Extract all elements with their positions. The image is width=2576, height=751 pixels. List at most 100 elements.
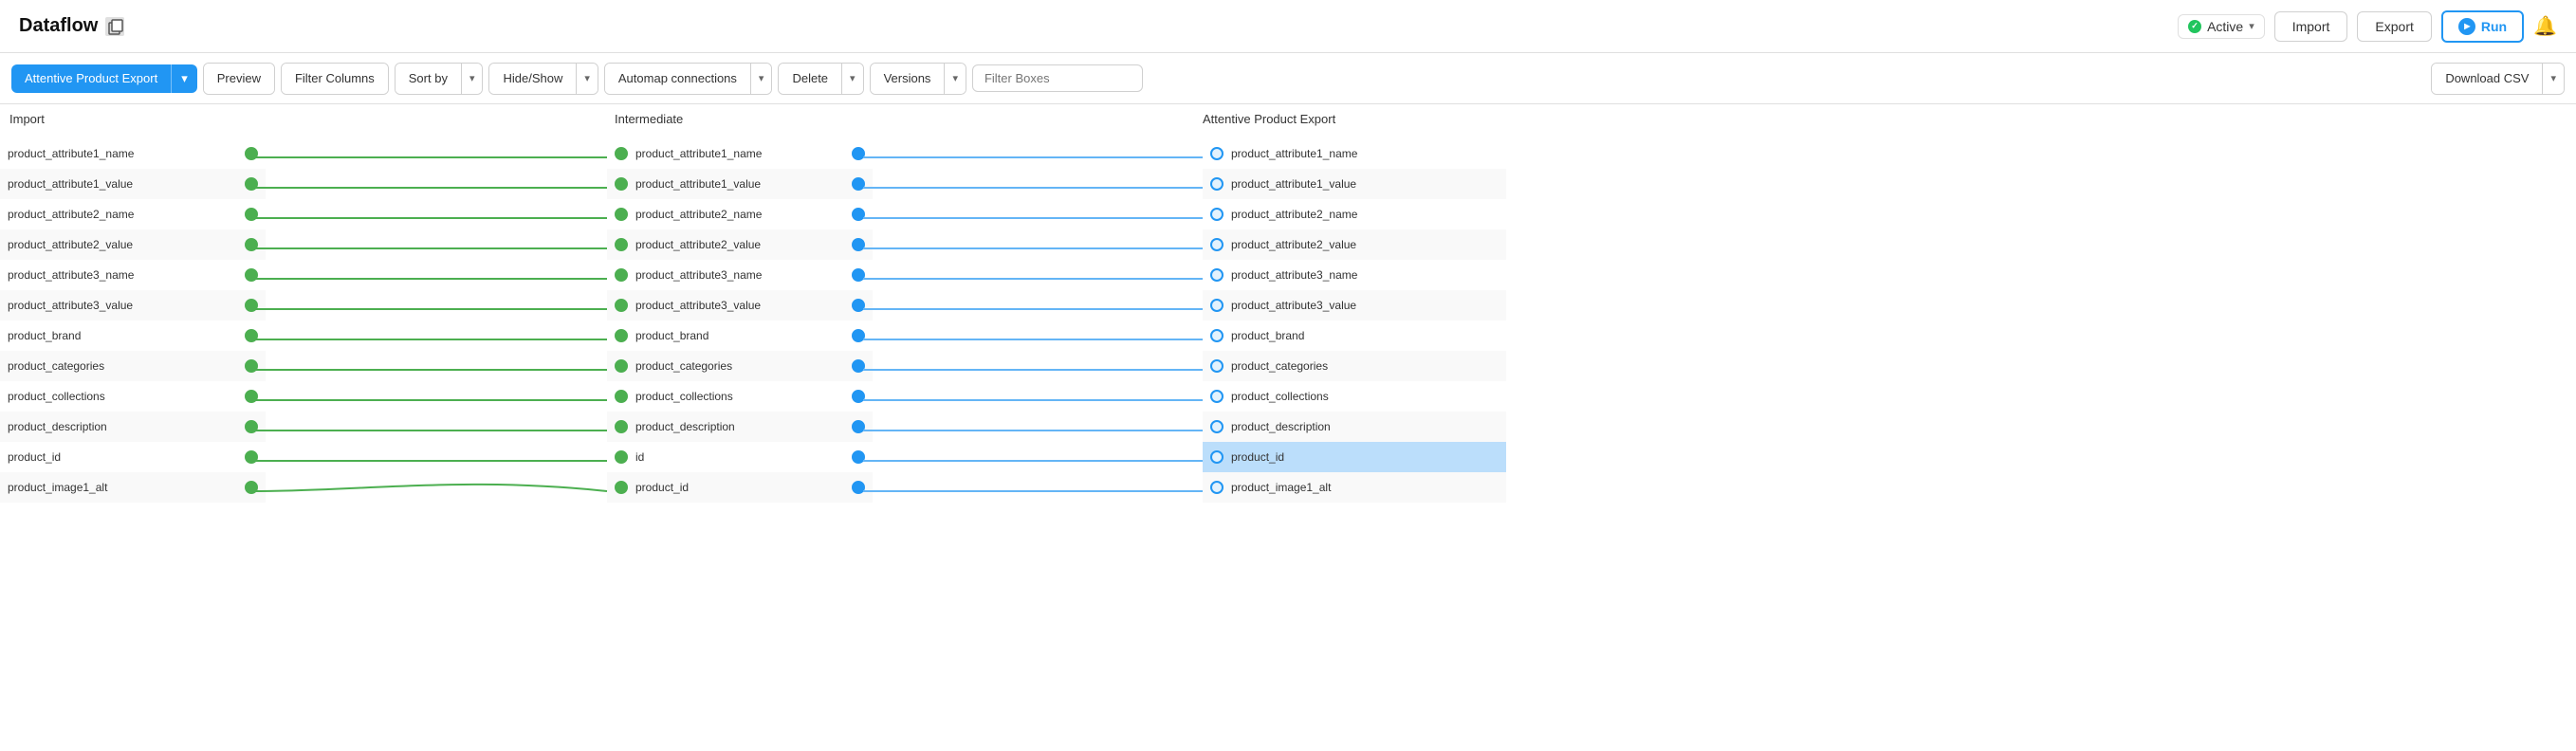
field-name: product_collections xyxy=(1231,390,1499,403)
field-name: product_attribute3_value xyxy=(635,299,852,312)
connector-dot xyxy=(615,329,628,342)
connector-dot xyxy=(1210,481,1224,494)
connector-dot xyxy=(245,420,258,433)
primary-button[interactable]: Attentive Product Export ▾ xyxy=(11,64,197,93)
connector-dot xyxy=(1210,208,1224,221)
filter-columns-button[interactable]: Filter Columns xyxy=(281,63,389,95)
field-name: product_attribute2_name xyxy=(8,208,245,221)
table-row: product_attribute2_value xyxy=(607,229,873,260)
header: Dataflow Active ▾ Import Export Run 🔔 xyxy=(0,0,2576,53)
primary-button-arrow-icon[interactable]: ▾ xyxy=(171,64,197,93)
filter-boxes-input[interactable] xyxy=(972,64,1143,92)
connector-dot xyxy=(852,268,865,282)
automap-label[interactable]: Automap connections xyxy=(605,64,750,94)
versions-arrow-icon[interactable]: ▾ xyxy=(944,64,966,94)
intermediate-column-label: Intermediate xyxy=(615,112,683,126)
field-name: product_categories xyxy=(8,359,245,373)
export-button[interactable]: Export xyxy=(2357,11,2431,42)
field-name: product_attribute3_value xyxy=(1231,299,1499,312)
export-column-label: Attentive Product Export xyxy=(1203,112,1335,126)
preview-button-label[interactable]: Preview xyxy=(204,64,274,94)
hide-show-button[interactable]: Hide/Show ▾ xyxy=(488,63,598,95)
field-name: product_collections xyxy=(635,390,852,403)
hide-show-arrow-icon[interactable]: ▾ xyxy=(576,64,598,94)
table-row: product_image1_alt xyxy=(0,472,266,503)
delete-button[interactable]: Delete ▾ xyxy=(778,63,863,95)
run-play-icon xyxy=(2458,18,2475,35)
connector-dot xyxy=(245,238,258,251)
field-name: product_brand xyxy=(635,329,852,342)
app-title: Dataflow xyxy=(19,15,98,37)
sort-by-button[interactable]: Sort by ▾ xyxy=(395,63,484,95)
table-row: product_id xyxy=(607,472,873,503)
import-button[interactable]: Import xyxy=(2274,11,2348,42)
field-name: product_attribute1_name xyxy=(8,147,245,160)
connector-dot xyxy=(852,238,865,251)
table-row: product_attribute1_name xyxy=(0,138,266,169)
connector-dot xyxy=(245,390,258,403)
automap-button[interactable]: Automap connections ▾ xyxy=(604,63,773,95)
connector-dot xyxy=(1210,329,1224,342)
table-row: product_categories xyxy=(607,351,873,381)
field-name: product_attribute2_value xyxy=(635,238,852,251)
preview-button[interactable]: Preview xyxy=(203,63,275,95)
connector-dot xyxy=(245,208,258,221)
connector-dot xyxy=(852,299,865,312)
sort-by-label[interactable]: Sort by xyxy=(396,64,461,94)
connector-dot xyxy=(615,268,628,282)
primary-button-label: Attentive Product Export xyxy=(11,64,171,92)
filter-columns-label[interactable]: Filter Columns xyxy=(282,64,388,94)
field-name: product_attribute1_name xyxy=(1231,147,1499,160)
copy-icon[interactable] xyxy=(105,17,124,36)
connector-dot xyxy=(615,208,628,221)
download-csv-label[interactable]: Download CSV xyxy=(2432,64,2542,94)
table-row: product_image1_alt xyxy=(1203,472,1506,503)
field-name: product_image1_alt xyxy=(8,481,245,494)
table-row: product_attribute1_value xyxy=(1203,169,1506,199)
table-row: product_description xyxy=(1203,412,1506,442)
connector-dot xyxy=(615,147,628,160)
connector-dot xyxy=(245,177,258,191)
field-name: product_brand xyxy=(1231,329,1499,342)
connector-dot xyxy=(852,177,865,191)
connector-dot xyxy=(1210,420,1224,433)
field-name: product_description xyxy=(635,420,852,433)
field-name: product_description xyxy=(8,420,245,433)
versions-label[interactable]: Versions xyxy=(871,64,945,94)
table-row: product_attribute2_name xyxy=(0,199,266,229)
automap-arrow-icon[interactable]: ▾ xyxy=(750,64,772,94)
connector-dot xyxy=(245,359,258,373)
table-row: product_attribute2_value xyxy=(0,229,266,260)
connector-dot xyxy=(1210,238,1224,251)
table-row: product_categories xyxy=(0,351,266,381)
canvas: Import Intermediate Attentive Product Ex… xyxy=(0,104,2576,751)
connector-dot xyxy=(245,268,258,282)
connector-dot xyxy=(1210,177,1224,191)
connector-dot xyxy=(245,450,258,464)
download-csv-arrow-icon[interactable]: ▾ xyxy=(2542,64,2564,94)
connector-dot xyxy=(615,390,628,403)
delete-arrow-icon[interactable]: ▾ xyxy=(841,64,863,94)
connector-dot xyxy=(615,299,628,312)
field-name: product_id xyxy=(635,481,852,494)
connector-dot xyxy=(615,450,628,464)
download-csv-button[interactable]: Download CSV ▾ xyxy=(2431,63,2565,95)
sort-by-arrow-icon[interactable]: ▾ xyxy=(461,64,483,94)
toolbar: Attentive Product Export ▾ Preview Filte… xyxy=(0,53,2576,104)
hide-show-label[interactable]: Hide/Show xyxy=(489,64,576,94)
field-name: product_image1_alt xyxy=(1231,481,1499,494)
connector-dot xyxy=(1210,147,1224,160)
connector-dot xyxy=(245,299,258,312)
table-row: product_id xyxy=(1203,442,1506,472)
header-right: Active ▾ Import Export Run 🔔 xyxy=(2178,10,2557,43)
connector-dot xyxy=(852,208,865,221)
field-name: product_brand xyxy=(8,329,245,342)
run-button[interactable]: Run xyxy=(2441,10,2524,43)
delete-label[interactable]: Delete xyxy=(779,64,841,94)
versions-button[interactable]: Versions ▾ xyxy=(870,63,966,95)
field-name: product_attribute1_value xyxy=(8,177,245,191)
table-row: product_attribute3_name xyxy=(607,260,873,290)
status-badge[interactable]: Active ▾ xyxy=(2178,14,2265,39)
field-name: id xyxy=(635,450,852,464)
bell-icon[interactable]: 🔔 xyxy=(2533,14,2557,38)
